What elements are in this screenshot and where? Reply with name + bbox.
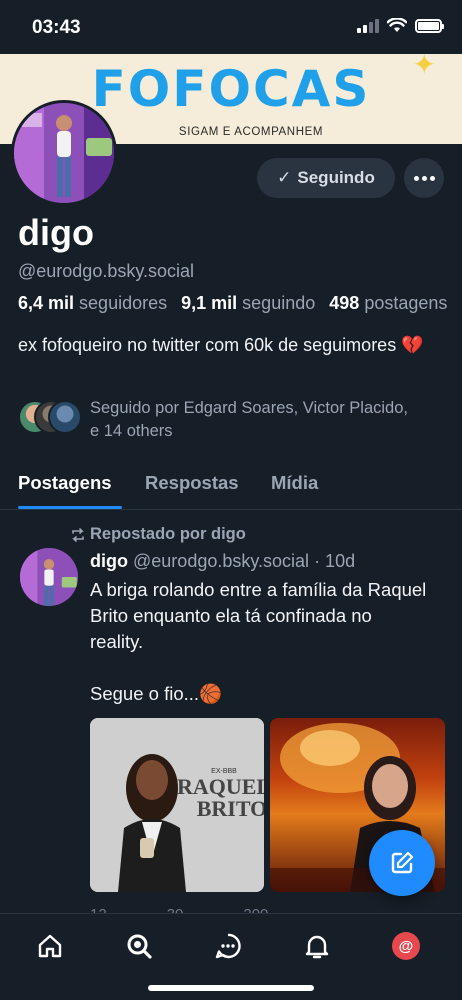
following-button-label: Seguindo [297, 168, 375, 187]
star-icon: ✦ [412, 54, 436, 80]
nav-chat[interactable] [212, 930, 244, 962]
nav-profile[interactable]: @ [390, 930, 422, 962]
followers-stat[interactable]: 6,4 mil seguidores [18, 293, 167, 313]
following-button[interactable]: ✓ Seguindo [257, 158, 395, 198]
battery-icon [415, 18, 444, 33]
status-bar: 03:43 [0, 0, 462, 54]
post-text: A briga rolando entre a família da Raque… [90, 579, 427, 704]
compose-icon [391, 851, 414, 874]
repost-indicator[interactable]: Repostado por digo [70, 525, 246, 544]
post-author-name[interactable]: digo [90, 551, 128, 571]
posts-stat: 498 postagens [329, 293, 448, 313]
profile-handle: @eurodgo.bsky.social [18, 261, 195, 281]
following-stat[interactable]: 9,1 mil seguindo [181, 293, 315, 313]
post-author-handle[interactable]: @eurodgo.bsky.social [133, 551, 309, 571]
post-author-avatar[interactable] [20, 548, 78, 606]
search-icon [127, 934, 152, 959]
status-time: 03:43 [32, 17, 81, 38]
chat-icon [215, 933, 241, 959]
nav-search[interactable] [123, 930, 155, 962]
home-icon [38, 934, 62, 958]
post-time: · 10d [314, 551, 356, 571]
status-icons [357, 18, 444, 33]
cellular-signal-icon [357, 18, 379, 33]
tab-postagens[interactable]: Postagens [18, 472, 112, 494]
home-indicator [148, 985, 314, 991]
tab-midia[interactable]: Mídia [271, 472, 318, 494]
bell-icon [305, 935, 329, 959]
check-icon: ✓ [277, 168, 292, 187]
followed-by-text[interactable]: Seguido por Edgard Soares, Victor Placid… [90, 397, 410, 443]
post-header: digo @eurodgo.bsky.social · 10d [90, 551, 355, 572]
repost-label: Repostado por digo [90, 525, 246, 543]
repost-icon [72, 527, 84, 542]
profile-tabs: Postagens Respostas Mídia [0, 466, 462, 510]
wifi-icon [387, 18, 407, 32]
profile-name: digo [18, 212, 94, 253]
profile-stats: 6,4 mil seguidores 9,1 mil seguindo 498 … [18, 293, 447, 314]
nav-notifications[interactable] [301, 930, 333, 962]
avatar-photo [14, 103, 114, 203]
compose-button[interactable] [369, 830, 435, 896]
svg-text:BRITO: BRITO [197, 796, 264, 821]
profile-bio: ex fofoqueiro no twitter com 60k de segu… [18, 335, 424, 355]
active-tab-indicator [18, 506, 122, 509]
nav-home[interactable] [34, 930, 66, 962]
followed-by-avatars[interactable] [18, 400, 82, 436]
profile-avatar-icon: @ [392, 932, 420, 960]
more-options-button[interactable] [404, 158, 444, 198]
tab-respostas[interactable]: Respostas [145, 472, 239, 494]
post-image-1[interactable]: EX-BBB RAQUEL BRITO [90, 718, 264, 892]
profile-avatar[interactable] [11, 100, 117, 206]
